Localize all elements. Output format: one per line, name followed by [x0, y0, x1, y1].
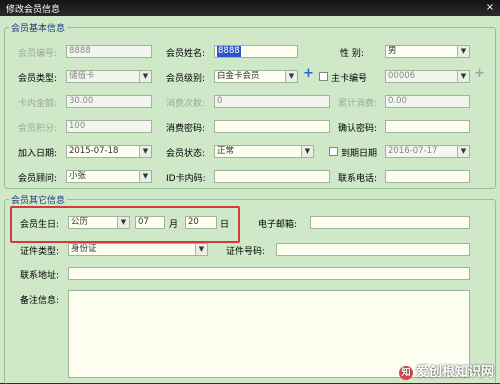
email-label: 电子邮箱:	[258, 220, 298, 230]
phone-field[interactable]	[385, 170, 470, 183]
join-date-label: 加入日期:	[18, 149, 58, 159]
consume-password-field[interactable]	[214, 120, 330, 133]
chevron-down-icon[interactable]: ▼	[139, 146, 151, 157]
id-card-no-label: ID卡内码:	[166, 174, 206, 184]
member-status-select[interactable]: 正常 ▼	[214, 145, 314, 158]
birthday-day-field[interactable]: 20	[185, 216, 217, 229]
title-bar[interactable]: 修改会员信息 ×	[0, 0, 500, 16]
consume-count-field[interactable]: 0	[214, 95, 330, 108]
chevron-down-icon[interactable]: ▼	[117, 217, 129, 228]
watermark-logo-icon: 知	[398, 365, 413, 380]
total-consume-field[interactable]: 0.00	[385, 95, 470, 108]
close-icon[interactable]: ×	[484, 2, 496, 13]
main-card-checkbox[interactable]	[319, 72, 328, 81]
member-level-label: 会员级别:	[166, 74, 206, 84]
phone-label: 联系电话:	[338, 174, 378, 184]
chevron-down-icon[interactable]: ▼	[195, 244, 207, 255]
chevron-down-icon[interactable]: ▼	[457, 146, 469, 157]
chevron-down-icon[interactable]: ▼	[139, 171, 151, 182]
birthday-day-unit: 日	[220, 220, 230, 230]
address-field[interactable]	[68, 267, 470, 280]
consultant-label: 会员顾问:	[18, 174, 58, 184]
add-main-card-icon[interactable]: +	[474, 67, 485, 80]
member-name-field[interactable]: 8888	[214, 45, 298, 58]
id-no-label: 证件号码:	[226, 247, 266, 257]
member-type-select[interactable]: 储值卡 ▼	[66, 70, 152, 83]
chevron-down-icon[interactable]: ▼	[285, 71, 297, 82]
id-type-label: 证件类型:	[20, 247, 60, 257]
window-title: 修改会员信息	[6, 5, 61, 15]
id-card-no-field[interactable]	[214, 170, 330, 183]
address-label: 联系地址:	[20, 271, 60, 281]
card-balance-field[interactable]: 30.00	[66, 95, 152, 108]
birthday-label: 会员生日:	[20, 220, 60, 230]
email-field[interactable]	[310, 216, 470, 229]
basic-info-title: 会员基本信息	[9, 21, 68, 34]
expire-date-checkbox[interactable]	[329, 147, 338, 156]
total-consume-label: 累计消费:	[338, 99, 378, 109]
chevron-down-icon[interactable]: ▼	[301, 146, 313, 157]
remark-label: 备注信息:	[20, 296, 60, 306]
member-name-label: 会员姓名:	[166, 49, 206, 59]
consume-count-label: 消费次数:	[166, 99, 206, 109]
member-name-selected-text: 8888	[217, 46, 241, 57]
member-status-value: 正常	[217, 146, 235, 156]
member-type-label: 会员类型:	[18, 74, 58, 84]
watermark: 知爱创根知识网	[398, 361, 494, 380]
member-no-label: 会员编号:	[18, 49, 58, 59]
id-type-select[interactable]: 身份证 ▼	[68, 243, 208, 256]
birthday-calendar-select[interactable]: 公历 ▼	[68, 216, 130, 229]
chevron-down-icon[interactable]: ▼	[457, 71, 469, 82]
main-card-select[interactable]: 00006 ▼	[385, 70, 470, 83]
member-level-select[interactable]: 白金卡会员 ▼	[214, 70, 298, 83]
id-no-field[interactable]	[276, 243, 470, 256]
add-level-icon[interactable]: +	[303, 67, 314, 80]
member-edit-window: 修改会员信息 × 会员基本信息 会员编号: 8888 会员姓名: 8888 性 …	[0, 0, 500, 384]
confirm-password-field[interactable]	[385, 120, 470, 133]
points-field[interactable]: 100	[66, 120, 152, 133]
gender-select[interactable]: 男 ▼	[385, 45, 470, 58]
chevron-down-icon[interactable]: ▼	[457, 46, 469, 57]
birthday-month-unit: 月	[169, 220, 179, 230]
id-type-value: 身份证	[71, 244, 97, 254]
member-no-field[interactable]: 8888	[66, 45, 152, 58]
card-balance-label: 卡内金额:	[18, 99, 58, 109]
chevron-down-icon[interactable]: ▼	[139, 71, 151, 82]
expire-date-picker[interactable]: 2016-07-17 ▼	[385, 145, 470, 158]
gender-label: 性 别:	[340, 49, 364, 59]
main-card-label: 主卡编号	[331, 74, 368, 84]
confirm-password-label: 确认密码:	[338, 124, 378, 134]
other-info-title: 会员其它信息	[9, 193, 68, 206]
consume-password-label: 消费密码:	[166, 124, 206, 134]
watermark-text: 爱创根知识网	[415, 365, 494, 380]
join-date-picker[interactable]: 2015-07-18 ▼	[66, 145, 152, 158]
points-label: 会员积分:	[18, 124, 58, 134]
birthday-month-field[interactable]: 07	[135, 216, 165, 229]
consultant-select[interactable]: 小张 ▼	[66, 170, 152, 183]
expire-date-label: 到期日期	[341, 149, 378, 159]
member-status-label: 会员状态:	[166, 149, 206, 159]
